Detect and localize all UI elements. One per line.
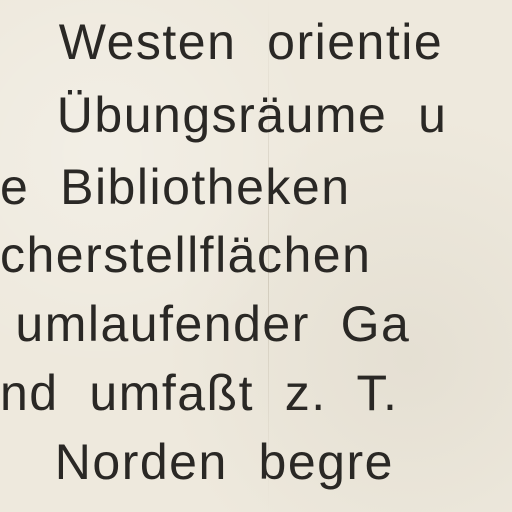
text-line-1: Westen orientie [28, 14, 444, 70]
text-line-5: umlaufender Ga [0, 296, 411, 352]
text-line-6: nd umfaßt z. T. [0, 365, 399, 421]
text-line-7: Norden begre [24, 434, 394, 490]
text-line-4: cherstellflächen [0, 227, 372, 283]
text-line-2: Übungsräume u [26, 87, 448, 143]
text-line-3: e Bibliotheken [0, 159, 351, 215]
